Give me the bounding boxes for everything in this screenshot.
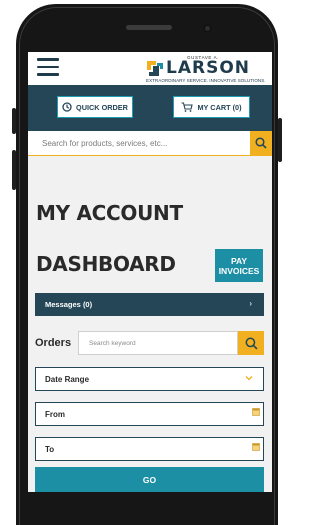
chevron-down-icon (245, 376, 253, 381)
go-button[interactable]: GO (35, 467, 264, 492)
logo-name: LARSON (166, 58, 251, 78)
pay-invoices-label-line1: PAY (230, 255, 248, 266)
orders-label: Orders (35, 337, 72, 349)
logo-tagline: EXTRAORDINARY SERVICE. INNOVATIVE SOLUTI… (146, 78, 266, 83)
phone-speaker (126, 25, 172, 30)
my-cart-button[interactable]: MY CART (0) (173, 96, 250, 118)
orders-search-button[interactable] (238, 331, 264, 355)
product-search-input[interactable]: Search for products, services, etc... (42, 139, 167, 148)
brand-logo[interactable]: GUSTAVE A. LARSON EXTRAORDINARY SERVICE.… (146, 55, 266, 85)
logo-mark-icon (147, 61, 163, 76)
app-screen: GUSTAVE A. LARSON EXTRAORDINARY SERVICE.… (28, 52, 272, 492)
messages-label: Messages (0) (45, 300, 93, 309)
date-range-select[interactable]: Date Range (35, 367, 264, 391)
from-date-field[interactable]: From (35, 402, 264, 426)
pay-invoices-button[interactable]: PAY INVOICES (215, 249, 263, 282)
calendar-icon[interactable] (252, 407, 260, 416)
hamburger-menu-icon[interactable] (37, 58, 59, 76)
calendar-icon[interactable] (252, 442, 260, 451)
nav-band: QUICK ORDER MY CART (0) (28, 85, 272, 131)
page-title-line2: DASHBOARD (36, 252, 176, 276)
orders-search-input[interactable]: Search keyword (78, 331, 238, 355)
quick-order-label: QUICK ORDER (76, 102, 128, 112)
search-icon (245, 337, 257, 349)
cart-icon (181, 102, 194, 112)
my-cart-label: MY CART (0) (197, 102, 242, 112)
phone-side-button (12, 150, 16, 190)
chevron-right-icon: › (249, 299, 252, 308)
go-label: GO (142, 474, 157, 485)
from-label: From (45, 410, 65, 419)
messages-bar[interactable]: Messages (0) › (35, 293, 264, 316)
quick-order-button[interactable]: QUICK ORDER (57, 96, 133, 118)
product-search-bar: Search for products, services, etc... (28, 131, 272, 156)
quick-order-icon (62, 102, 72, 112)
pay-invoices-label-line2: INVOICES (218, 265, 260, 276)
phone-camera (203, 24, 212, 33)
page-title: MY ACCOUNT (36, 201, 183, 225)
to-label: To (45, 445, 55, 454)
orders-search-placeholder: Search keyword (89, 340, 136, 347)
phone-side-button (278, 118, 282, 162)
to-date-field[interactable]: To (35, 437, 264, 461)
date-range-label: Date Range (45, 375, 90, 384)
phone-side-button (12, 108, 16, 134)
search-icon (255, 137, 267, 149)
top-bar: GUSTAVE A. LARSON EXTRAORDINARY SERVICE.… (28, 52, 272, 85)
product-search-button[interactable] (250, 131, 272, 155)
